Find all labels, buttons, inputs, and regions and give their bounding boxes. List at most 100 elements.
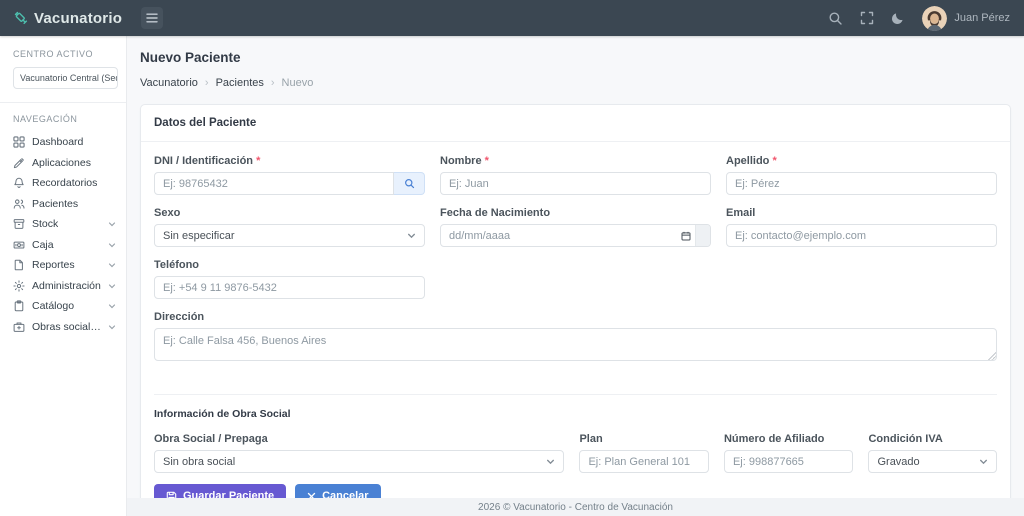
file-icon bbox=[13, 259, 25, 271]
sidebar-item-label: Caja bbox=[32, 239, 54, 251]
dni-search-button[interactable] bbox=[394, 172, 425, 195]
sidebar-item-label: Aplicaciones bbox=[32, 157, 91, 169]
calendar-icon[interactable] bbox=[681, 231, 691, 241]
breadcrumb-pacientes[interactable]: Pacientes bbox=[216, 77, 264, 89]
card-title: Datos del Paciente bbox=[141, 105, 1010, 142]
condicion-iva-label-text: Condición IVA bbox=[868, 433, 942, 445]
save-patient-button[interactable]: Guardar Paciente bbox=[154, 484, 286, 498]
chevron-down-icon bbox=[108, 302, 116, 310]
nombre-label-text: Nombre bbox=[440, 155, 482, 167]
chevron-down-icon bbox=[108, 241, 116, 249]
users-icon bbox=[13, 198, 25, 210]
brand-name: Vacunatorio bbox=[34, 10, 122, 27]
sidebar-item-catalogo[interactable]: Catálogo bbox=[0, 296, 126, 317]
sidebar-item-label: Catálogo bbox=[32, 300, 74, 312]
sexo-field-group: Sexo Sin especificar bbox=[154, 207, 425, 247]
telefono-field-group: Teléfono bbox=[154, 259, 425, 299]
hamburger-menu-button[interactable] bbox=[141, 7, 163, 29]
chevron-down-icon bbox=[979, 457, 988, 466]
footer: 2026 © Vacunatorio - Centro de Vacunació… bbox=[127, 498, 1024, 516]
email-field-group: Email bbox=[726, 207, 997, 247]
moon-icon bbox=[891, 11, 905, 25]
user-menu[interactable]: Juan Pérez bbox=[922, 6, 1010, 31]
save-icon bbox=[166, 491, 177, 499]
telefono-label: Teléfono bbox=[154, 259, 425, 272]
apellido-label: Apellido * bbox=[726, 155, 997, 168]
sidebar-item-caja[interactable]: Caja bbox=[0, 235, 126, 256]
breadcrumb-separator: › bbox=[271, 77, 275, 89]
sidebar-item-recordatorios[interactable]: Recordatorios bbox=[0, 173, 126, 194]
breadcrumb-vacunatorio[interactable]: Vacunatorio bbox=[140, 77, 198, 89]
fullscreen-button[interactable] bbox=[860, 11, 874, 25]
sidebar-divider bbox=[0, 102, 126, 103]
obra-social-label-text: Obra Social / Prepaga bbox=[154, 433, 268, 445]
brand-logo[interactable]: Vacunatorio bbox=[0, 9, 127, 27]
main-content: Nuevo Paciente Vacunatorio › Pacientes ›… bbox=[127, 36, 1024, 498]
obra-social-field-group: Obra Social / Prepaga Sin obra social bbox=[154, 433, 564, 473]
telefono-label-text: Teléfono bbox=[154, 259, 199, 271]
navegacion-label: NAVEGACIÓN bbox=[0, 114, 126, 124]
search-icon bbox=[404, 178, 415, 189]
dni-field-group: DNI / Identificación * bbox=[154, 155, 425, 195]
numero-afiliado-input[interactable] bbox=[724, 450, 854, 473]
sexo-label-text: Sexo bbox=[154, 207, 180, 219]
required-marker: * bbox=[256, 155, 260, 167]
patient-form-card: Datos del Paciente DNI / Identificación … bbox=[140, 104, 1011, 498]
fecha-nacimiento-label: Fecha de Nacimiento bbox=[440, 207, 711, 220]
sidebar: CENTRO ACTIVO Vacunatorio Central (Sede … bbox=[0, 36, 127, 516]
plan-label: Plan bbox=[579, 433, 709, 446]
dni-input[interactable] bbox=[154, 172, 394, 195]
required-marker: * bbox=[772, 155, 776, 167]
sidebar-item-reportes[interactable]: Reportes bbox=[0, 255, 126, 276]
sidebar-item-label: Pacientes bbox=[32, 198, 78, 210]
nombre-input[interactable] bbox=[440, 172, 711, 195]
centro-activo-select[interactable]: Vacunatorio Central (Sede Princ... bbox=[13, 67, 118, 89]
chevron-down-icon bbox=[407, 231, 416, 240]
obra-social-select[interactable]: Sin obra social bbox=[154, 450, 564, 473]
sidebar-item-administracion[interactable]: Administración bbox=[0, 276, 126, 297]
sidebar-item-stock[interactable]: Stock bbox=[0, 214, 126, 235]
direccion-textarea[interactable] bbox=[154, 328, 997, 361]
search-button[interactable] bbox=[828, 11, 843, 26]
sidebar-item-dashboard[interactable]: Dashboard bbox=[0, 132, 126, 153]
condicion-iva-select[interactable]: Gravado bbox=[868, 450, 997, 473]
plan-label-text: Plan bbox=[579, 433, 602, 445]
obra-social-label: Obra Social / Prepaga bbox=[154, 433, 564, 446]
syringe-logo-icon bbox=[12, 9, 30, 27]
sidebar-item-label: Stock bbox=[32, 218, 58, 230]
sexo-select[interactable]: Sin especificar bbox=[154, 224, 425, 247]
sidebar-item-obras-sociales[interactable]: Obras sociales bbox=[0, 317, 126, 338]
apellido-field-group: Apellido * bbox=[726, 155, 997, 195]
sexo-selected-value: Sin especificar bbox=[163, 230, 235, 242]
plan-input[interactable] bbox=[579, 450, 709, 473]
fecha-nacimiento-input[interactable] bbox=[440, 224, 711, 247]
cancel-button-label: Cancelar bbox=[322, 490, 368, 498]
sidebar-item-label: Dashboard bbox=[32, 136, 83, 148]
centro-activo-label: CENTRO ACTIVO bbox=[0, 49, 126, 59]
fecha-nacimiento-field-group: Fecha de Nacimiento bbox=[440, 207, 711, 247]
sidebar-item-label: Recordatorios bbox=[32, 177, 97, 189]
syringe-icon bbox=[13, 157, 25, 169]
clipboard-icon bbox=[13, 300, 25, 312]
navbar-actions: Juan Pérez bbox=[828, 6, 1024, 31]
condicion-iva-field-group: Condición IVA Gravado bbox=[868, 433, 997, 473]
email-label: Email bbox=[726, 207, 997, 220]
bell-icon bbox=[13, 177, 25, 189]
cancel-button[interactable]: Cancelar bbox=[295, 484, 380, 498]
sidebar-item-pacientes[interactable]: Pacientes bbox=[0, 194, 126, 215]
date-text-input[interactable] bbox=[441, 225, 681, 246]
telefono-input[interactable] bbox=[154, 276, 425, 299]
required-marker: * bbox=[485, 155, 489, 167]
search-icon bbox=[828, 11, 843, 26]
dni-label-text: DNI / Identificación bbox=[154, 155, 253, 167]
fullscreen-icon bbox=[860, 11, 874, 25]
save-button-label: Guardar Paciente bbox=[183, 490, 274, 498]
email-input[interactable] bbox=[726, 224, 997, 247]
dark-mode-button[interactable] bbox=[891, 11, 905, 25]
sidebar-item-aplicaciones[interactable]: Aplicaciones bbox=[0, 153, 126, 174]
chevron-down-icon bbox=[108, 323, 116, 331]
page-title: Nuevo Paciente bbox=[140, 50, 1011, 65]
apellido-input[interactable] bbox=[726, 172, 997, 195]
top-navbar: Vacunatorio bbox=[0, 0, 1024, 36]
numero-afiliado-field-group: Número de Afiliado bbox=[724, 433, 854, 473]
